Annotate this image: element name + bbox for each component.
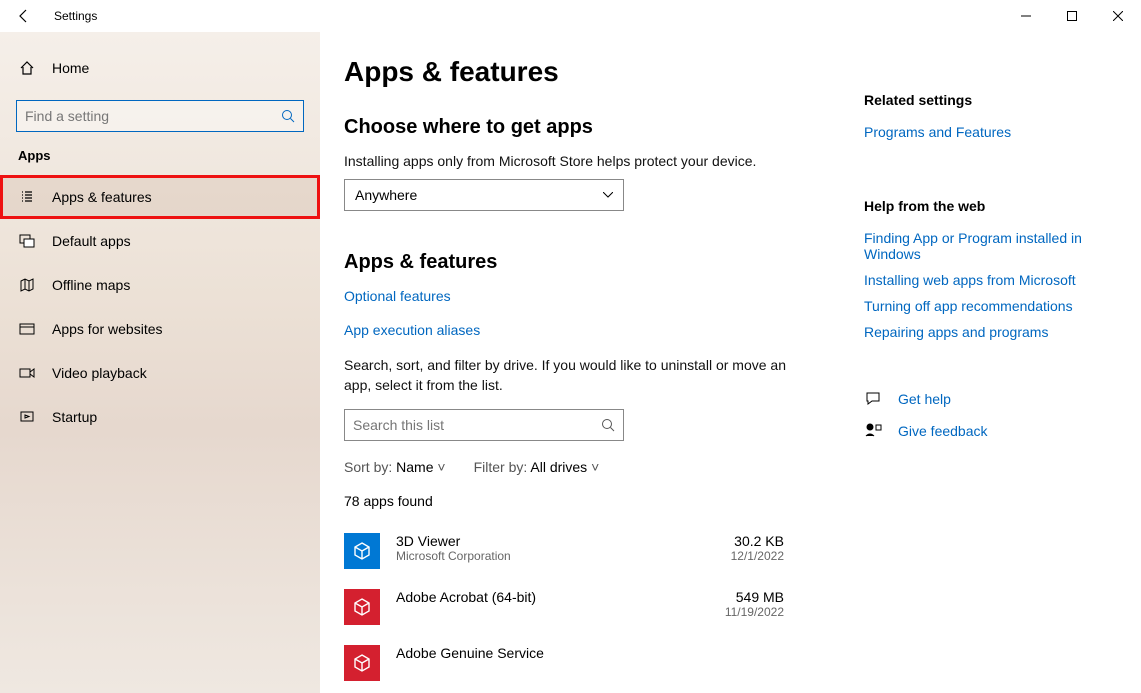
app-size: 549 MB <box>725 589 784 605</box>
sidebar-item-label: Offline maps <box>52 277 130 293</box>
sidebar-item-label: Startup <box>52 409 97 425</box>
map-icon <box>18 276 36 294</box>
close-button[interactable] <box>1095 0 1141 32</box>
sidebar-item-label: Apps & features <box>52 189 152 205</box>
startup-icon <box>18 408 36 426</box>
choose-heading: Choose where to get apps <box>344 116 804 139</box>
video-icon <box>18 364 36 382</box>
dropdown-value: Anywhere <box>355 187 417 203</box>
maximize-button[interactable] <box>1049 0 1095 32</box>
apps-features-heading: Apps & features <box>344 251 804 274</box>
app-icon <box>344 533 380 569</box>
minimize-button[interactable] <box>1003 0 1049 32</box>
chevron-down-icon: ˅ <box>437 459 445 475</box>
chevron-down-icon <box>603 192 613 198</box>
window-title: Settings <box>54 9 97 23</box>
title-bar: Settings <box>0 0 1141 32</box>
related-heading: Related settings <box>864 92 1117 108</box>
help-link[interactable]: Installing web apps from Microsoft <box>864 272 1117 288</box>
get-help-row[interactable]: Get help <box>864 390 1117 408</box>
app-row[interactable]: Adobe Acrobat (64-bit) 549 MB 11/19/2022 <box>344 579 784 635</box>
app-publisher: Microsoft Corporation <box>396 549 715 563</box>
app-icon <box>344 589 380 625</box>
sidebar-item-label: Apps for websites <box>52 321 163 337</box>
side-panel: Related settings Programs and Features H… <box>804 56 1117 693</box>
app-size: 30.2 KB <box>731 533 784 549</box>
list-icon <box>18 188 36 206</box>
window-controls <box>1003 0 1141 32</box>
sidebar-item-video-playback[interactable]: Video playback <box>0 351 320 395</box>
sort-by[interactable]: Sort by: Name ˅ <box>344 459 446 475</box>
app-aliases-link[interactable]: App execution aliases <box>344 322 804 338</box>
get-help-link[interactable]: Get help <box>898 391 951 407</box>
feedback-link[interactable]: Give feedback <box>898 423 988 439</box>
page-title: Apps & features <box>344 56 804 88</box>
apps-count: 78 apps found <box>344 493 804 509</box>
sidebar-item-label: Default apps <box>52 233 131 249</box>
list-search-input[interactable] <box>353 417 601 433</box>
choose-desc: Installing apps only from Microsoft Stor… <box>344 153 804 169</box>
nav-home[interactable]: Home <box>0 48 320 88</box>
search-icon <box>281 109 295 123</box>
app-icon <box>344 645 380 681</box>
sidebar-item-startup[interactable]: Startup <box>0 395 320 439</box>
help-heading: Help from the web <box>864 198 1117 214</box>
app-name: Adobe Acrobat (64-bit) <box>396 589 709 605</box>
search-input[interactable] <box>25 108 281 124</box>
sidebar-item-default-apps[interactable]: Default apps <box>0 219 320 263</box>
sidebar: Home Apps Apps & features Default apps <box>0 32 320 693</box>
content-pane: Apps & features Choose where to get apps… <box>344 56 804 693</box>
websites-icon <box>18 320 36 338</box>
home-icon <box>18 59 36 77</box>
help-link[interactable]: Turning off app recommendations <box>864 298 1117 314</box>
help-link[interactable]: Repairing apps and programs <box>864 324 1117 340</box>
chevron-down-icon: ˅ <box>591 459 599 475</box>
list-instructions: Search, sort, and filter by drive. If yo… <box>344 356 804 395</box>
nav-home-label: Home <box>52 60 89 76</box>
back-button[interactable] <box>0 0 48 32</box>
sidebar-item-apps-websites[interactable]: Apps for websites <box>0 307 320 351</box>
feedback-icon <box>864 422 882 440</box>
app-date: 11/19/2022 <box>725 605 784 619</box>
sidebar-item-apps-features[interactable]: Apps & features <box>0 175 320 219</box>
app-name: Adobe Genuine Service <box>396 645 768 661</box>
chat-icon <box>864 390 882 408</box>
feedback-row[interactable]: Give feedback <box>864 422 1117 440</box>
app-date: 12/1/2022 <box>731 549 784 563</box>
app-row[interactable]: Adobe Genuine Service <box>344 635 784 691</box>
sort-value: Name <box>396 459 433 475</box>
sidebar-item-label: Video playback <box>52 365 147 381</box>
optional-features-link[interactable]: Optional features <box>344 288 804 304</box>
search-icon <box>601 418 615 432</box>
list-search-box[interactable] <box>344 409 624 441</box>
app-name: 3D Viewer <box>396 533 715 549</box>
default-apps-icon <box>18 232 36 250</box>
sidebar-item-offline-maps[interactable]: Offline maps <box>0 263 320 307</box>
app-row[interactable]: 3D Viewer Microsoft Corporation 30.2 KB … <box>344 523 784 579</box>
sidebar-section-label: Apps <box>18 148 320 163</box>
filter-by[interactable]: Filter by: All drives ˅ <box>474 459 600 475</box>
search-box[interactable] <box>16 100 304 132</box>
app-source-dropdown[interactable]: Anywhere <box>344 179 624 211</box>
filter-label: Filter by: <box>474 459 528 475</box>
programs-features-link[interactable]: Programs and Features <box>864 124 1117 140</box>
filter-value: All drives <box>530 459 587 475</box>
sort-label: Sort by: <box>344 459 392 475</box>
help-link[interactable]: Finding App or Program installed in Wind… <box>864 230 1117 262</box>
